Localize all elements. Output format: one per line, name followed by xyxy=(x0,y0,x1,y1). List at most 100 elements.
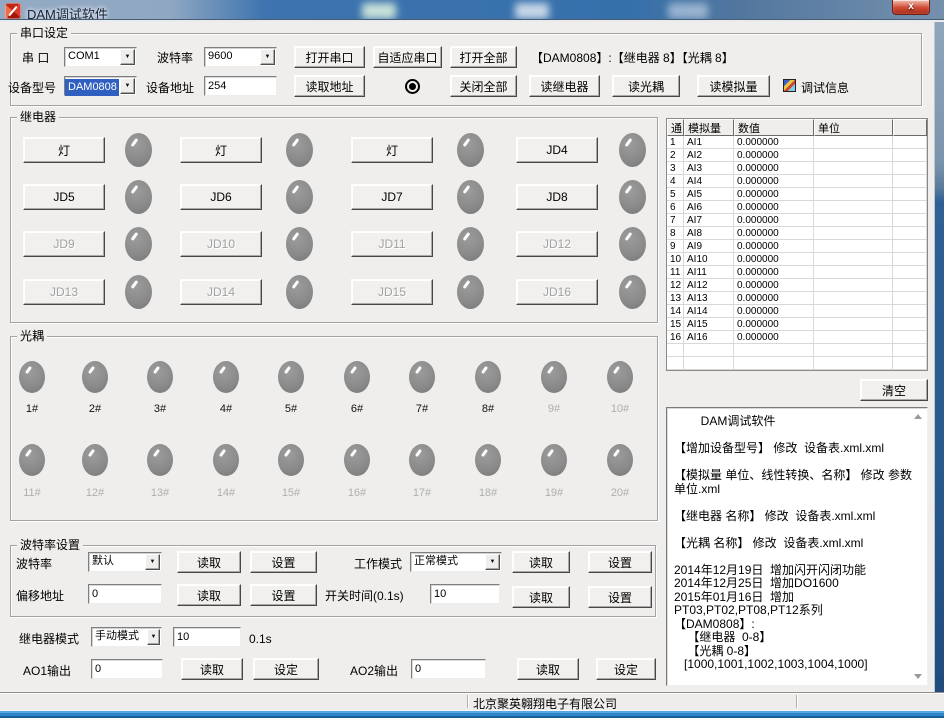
read-opto-button[interactable]: 读光耦 xyxy=(612,75,680,97)
relay-button-7[interactable]: JD7 xyxy=(351,184,433,210)
offset-input[interactable] xyxy=(88,584,162,604)
relay-led-16 xyxy=(619,275,646,309)
adaptive-port-button[interactable]: 自适应串口 xyxy=(373,46,442,68)
app-icon xyxy=(5,3,21,19)
offset-label: 偏移地址 xyxy=(16,589,64,603)
relay-button-12: JD12 xyxy=(516,231,598,257)
com-port-dropdown-icon[interactable]: ▼ xyxy=(120,49,135,65)
switch-time-input[interactable] xyxy=(430,584,500,604)
baud-rate-dropdown-icon[interactable]: ▼ xyxy=(260,49,275,65)
table-cell xyxy=(893,292,927,305)
work-mode-read-button[interactable]: 读取 xyxy=(512,551,570,573)
table-cell: AI3 xyxy=(684,162,734,175)
table-cell: AI11 xyxy=(684,266,734,279)
table-cell: AI14 xyxy=(684,305,734,318)
table-cell xyxy=(684,357,734,370)
opto-led-16 xyxy=(344,444,370,476)
relay-button-4[interactable]: JD4 xyxy=(516,137,598,163)
table-cell xyxy=(814,305,893,318)
scroll-up-icon[interactable] xyxy=(914,414,922,419)
relay-mode-combobox[interactable]: 手动模式 ▼ xyxy=(91,627,162,647)
table-cell xyxy=(667,344,684,357)
read-relay-button[interactable]: 读继电器 xyxy=(529,75,600,97)
relay-button-1[interactable]: 灯 xyxy=(23,137,105,163)
relay-time-input[interactable] xyxy=(173,627,241,647)
read-analog-button[interactable]: 读模拟量 xyxy=(697,75,770,97)
open-all-button[interactable]: 打开全部 xyxy=(450,46,517,68)
opto-group-title: 光耦 xyxy=(17,329,47,344)
table-cell: 0.000000 xyxy=(734,149,814,162)
work-mode-label: 工作模式 xyxy=(354,557,402,571)
table-header-4: 单位 xyxy=(814,119,893,136)
relay-button-2[interactable]: 灯 xyxy=(180,137,262,163)
table-cell: AI2 xyxy=(684,149,734,162)
work-mode-set-button[interactable]: 设置 xyxy=(588,551,652,573)
opto-label-19: 19# xyxy=(532,487,576,499)
ao2-read-button[interactable]: 读取 xyxy=(517,658,579,680)
device-model-dropdown-icon[interactable]: ▼ xyxy=(120,78,135,94)
device-address-input[interactable] xyxy=(204,76,277,96)
model-label: 设备型号 xyxy=(8,81,56,95)
serial-group-title: 串口设定 xyxy=(17,26,71,41)
relay-led-9 xyxy=(125,227,152,261)
port-label: 串 口 xyxy=(22,51,49,65)
clear-button[interactable]: 清空 xyxy=(860,379,928,401)
ao1-read-button[interactable]: 读取 xyxy=(181,658,243,680)
baud-setting-combobox[interactable]: 默认 ▼ xyxy=(88,552,162,572)
close-all-button[interactable]: 关闭全部 xyxy=(450,75,517,97)
opto-led-4 xyxy=(213,361,239,393)
offset-read-button[interactable]: 读取 xyxy=(177,584,241,606)
ao2-input[interactable] xyxy=(411,659,486,679)
titlebar[interactable]: DAM调试软件 xyxy=(0,0,944,22)
baud-rate-combobox[interactable]: 9600 ▼ xyxy=(204,47,277,67)
switch-time-set-button[interactable]: 设置 xyxy=(588,586,652,608)
close-button[interactable]: x xyxy=(892,0,930,15)
table-cell xyxy=(893,188,927,201)
scroll-down-icon[interactable] xyxy=(914,674,922,679)
opto-led-7 xyxy=(409,361,435,393)
table-cell: 10 xyxy=(667,253,684,266)
table-cell xyxy=(814,331,893,344)
relay-button-5[interactable]: JD5 xyxy=(23,184,105,210)
table-cell xyxy=(684,344,734,357)
relay-button-6[interactable]: JD6 xyxy=(180,184,262,210)
table-cell: AI7 xyxy=(684,214,734,227)
table-cell: 1 xyxy=(667,136,684,149)
table-cell: AI13 xyxy=(684,292,734,305)
opto-label-15: 15# xyxy=(269,487,313,499)
table-cell: 0.000000 xyxy=(734,240,814,253)
table-cell xyxy=(814,214,893,227)
offset-set-button[interactable]: 设置 xyxy=(250,584,317,606)
work-mode-combobox[interactable]: 正常模式 ▼ xyxy=(410,552,502,572)
relay-button-8[interactable]: JD8 xyxy=(516,184,598,210)
baud-set-button[interactable]: 设置 xyxy=(250,551,317,573)
open-port-button[interactable]: 打开串口 xyxy=(294,46,365,68)
debug-info-icon[interactable] xyxy=(783,79,796,92)
table-cell xyxy=(814,318,893,331)
relay-button-3[interactable]: 灯 xyxy=(351,137,433,163)
table-row-empty xyxy=(667,357,927,370)
table-row-3: 3AI30.000000 xyxy=(667,162,927,175)
opto-label-9: 9# xyxy=(532,403,576,415)
com-port-combobox[interactable]: COM1 ▼ xyxy=(64,47,137,67)
table-cell: 11 xyxy=(667,266,684,279)
baud-setting-dropdown-icon[interactable]: ▼ xyxy=(145,554,160,570)
table-cell: 0.000000 xyxy=(734,214,814,227)
table-cell: 6 xyxy=(667,201,684,214)
opto-label-18: 18# xyxy=(466,487,510,499)
relay-button-15: JD15 xyxy=(351,279,433,305)
ao2-set-button[interactable]: 设定 xyxy=(596,658,656,680)
switch-time-read-button[interactable]: 读取 xyxy=(512,586,570,608)
read-address-button[interactable]: 读取地址 xyxy=(294,75,365,97)
debug-info-label[interactable]: 调试信息 xyxy=(801,81,849,95)
baud-read-button[interactable]: 读取 xyxy=(177,551,241,573)
device-model-combobox[interactable]: DAM0808 ▼ xyxy=(64,76,137,96)
relay-mode-dropdown-icon[interactable]: ▼ xyxy=(147,629,160,645)
table-cell xyxy=(814,149,893,162)
table-row-1: 1AI10.000000 xyxy=(667,136,927,149)
ao1-set-button[interactable]: 设定 xyxy=(253,658,319,680)
work-mode-dropdown-icon[interactable]: ▼ xyxy=(485,554,500,570)
ao1-input[interactable] xyxy=(91,659,163,679)
device-summary-label: 【DAM0808】:【继电器 8】【光耦 8】 xyxy=(531,51,734,65)
table-cell xyxy=(814,175,893,188)
